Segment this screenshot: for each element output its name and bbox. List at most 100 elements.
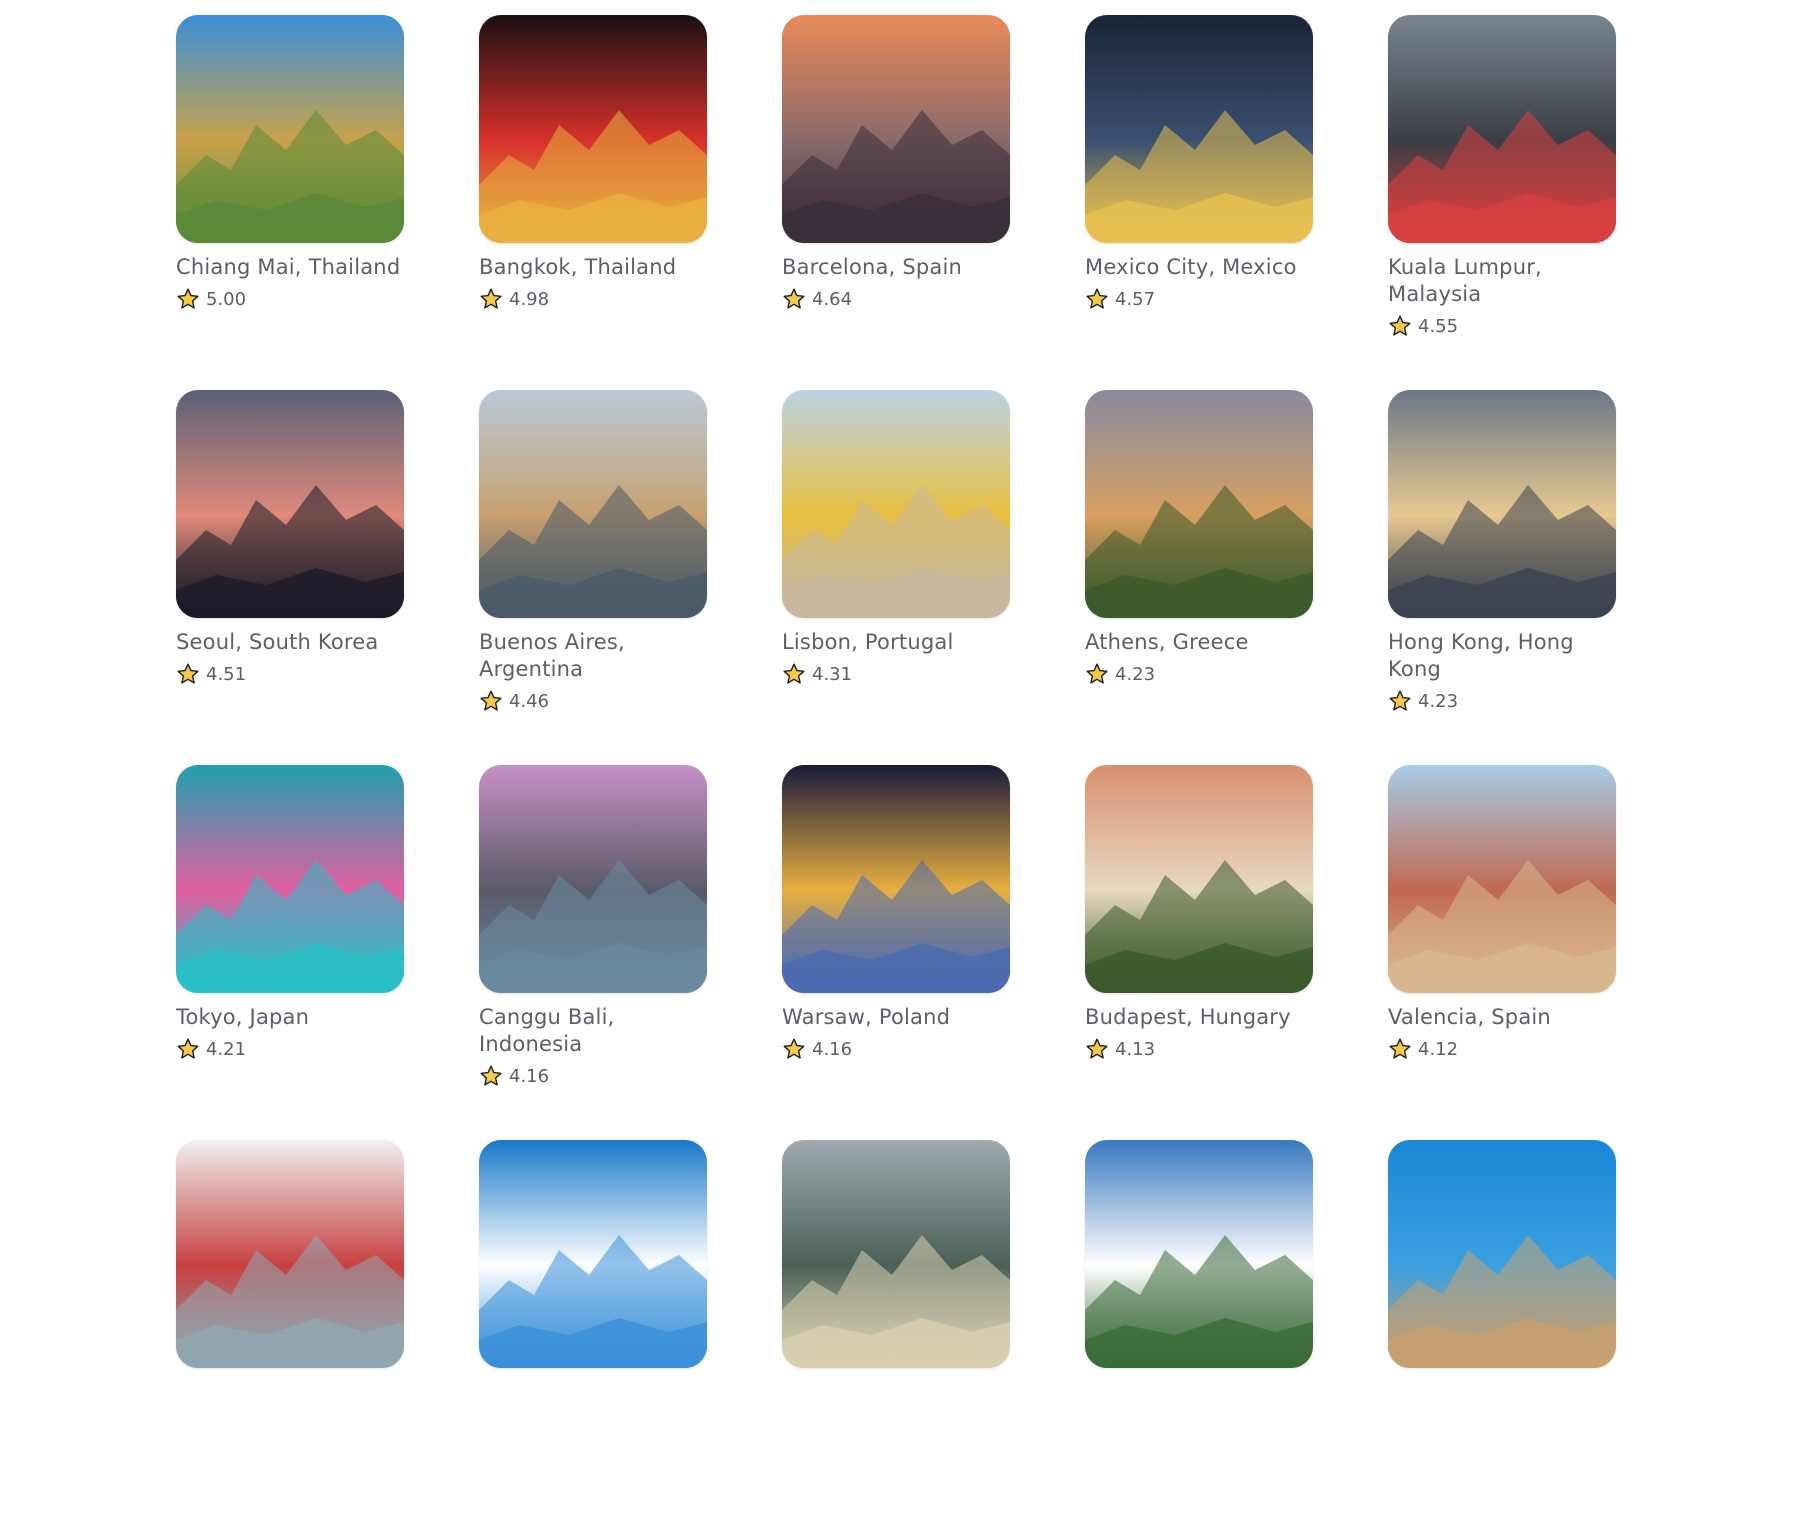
city-card[interactable]: Mexico City, Mexico 4.57: [1085, 15, 1313, 390]
city-name[interactable]: Buenos Aires, Argentina: [479, 629, 707, 683]
city-photo: [1085, 15, 1313, 243]
city-photo: [479, 1140, 707, 1368]
city-name[interactable]: Chiang Mai, Thailand: [176, 254, 404, 281]
city-thumbnail[interactable]: [176, 765, 404, 993]
city-photo: [176, 15, 404, 243]
city-card[interactable]: Lisbon, Portugal 4.31: [782, 390, 1010, 765]
city-thumbnail[interactable]: [176, 15, 404, 243]
city-name[interactable]: Lisbon, Portugal: [782, 629, 1010, 656]
city-rating: 4.21: [176, 1037, 404, 1061]
city-card[interactable]: [479, 1140, 707, 1515]
city-photo: [479, 390, 707, 618]
city-rating: 4.51: [176, 662, 404, 686]
star-icon: [479, 1064, 503, 1088]
city-name[interactable]: Tokyo, Japan: [176, 1004, 404, 1031]
city-photo: [1388, 1140, 1616, 1368]
city-name[interactable]: Budapest, Hungary: [1085, 1004, 1313, 1031]
city-card[interactable]: Chiang Mai, Thailand 5.00: [176, 15, 404, 390]
city-thumbnail[interactable]: [1388, 390, 1616, 618]
rating-value: 4.16: [812, 1038, 853, 1060]
city-photo: [479, 765, 707, 993]
city-thumbnail[interactable]: [782, 390, 1010, 618]
city-rating: 4.57: [1085, 287, 1313, 311]
city-rating: 4.13: [1085, 1037, 1313, 1061]
city-card[interactable]: Canggu Bali, Indonesia 4.16: [479, 765, 707, 1140]
city-thumbnail[interactable]: [479, 15, 707, 243]
city-thumbnail[interactable]: [1388, 1140, 1616, 1368]
city-name[interactable]: Valencia, Spain: [1388, 1004, 1616, 1031]
city-thumbnail[interactable]: [1085, 1140, 1313, 1368]
rating-value: 4.23: [1115, 663, 1156, 685]
star-icon: [1085, 1037, 1109, 1061]
city-thumbnail[interactable]: [176, 390, 404, 618]
star-icon: [782, 1037, 806, 1061]
city-thumbnail[interactable]: [782, 765, 1010, 993]
rating-value: 4.21: [206, 1038, 247, 1060]
star-icon: [176, 1037, 200, 1061]
city-rating: 4.64: [782, 287, 1010, 311]
city-thumbnail[interactable]: [1085, 15, 1313, 243]
star-icon: [1388, 1037, 1412, 1061]
rating-value: 4.98: [509, 288, 550, 310]
city-thumbnail[interactable]: [1085, 765, 1313, 993]
city-card[interactable]: Athens, Greece 4.23: [1085, 390, 1313, 765]
city-rating: 4.16: [782, 1037, 1010, 1061]
star-icon: [1085, 287, 1109, 311]
star-icon: [176, 662, 200, 686]
city-name[interactable]: Athens, Greece: [1085, 629, 1313, 656]
city-thumbnail[interactable]: [479, 765, 707, 993]
star-icon: [1388, 314, 1412, 338]
city-name[interactable]: Mexico City, Mexico: [1085, 254, 1313, 281]
city-photo: [1388, 15, 1616, 243]
city-card[interactable]: Barcelona, Spain 4.64: [782, 15, 1010, 390]
city-rating: 4.31: [782, 662, 1010, 686]
city-name[interactable]: Hong Kong, Hong Kong: [1388, 629, 1616, 683]
rating-value: 4.46: [509, 690, 550, 712]
city-name[interactable]: Bangkok, Thailand: [479, 254, 707, 281]
city-photo: [176, 765, 404, 993]
city-rating: 4.23: [1388, 689, 1616, 713]
city-card[interactable]: Budapest, Hungary 4.13: [1085, 765, 1313, 1140]
rating-value: 4.51: [206, 663, 247, 685]
city-rating: 4.98: [479, 287, 707, 311]
city-thumbnail[interactable]: [479, 390, 707, 618]
city-card[interactable]: Tokyo, Japan 4.21: [176, 765, 404, 1140]
city-photo: [1388, 390, 1616, 618]
city-card[interactable]: [176, 1140, 404, 1515]
city-rating: 4.16: [479, 1064, 707, 1088]
city-card[interactable]: Buenos Aires, Argentina 4.46: [479, 390, 707, 765]
city-card[interactable]: Seoul, South Korea 4.51: [176, 390, 404, 765]
star-icon: [479, 689, 503, 713]
city-thumbnail[interactable]: [1085, 390, 1313, 618]
city-card[interactable]: Valencia, Spain 4.12: [1388, 765, 1616, 1140]
city-thumbnail[interactable]: [176, 1140, 404, 1368]
city-card[interactable]: Bangkok, Thailand 4.98: [479, 15, 707, 390]
rating-value: 4.13: [1115, 1038, 1156, 1060]
city-name[interactable]: Warsaw, Poland: [782, 1004, 1010, 1031]
city-grid: Chiang Mai, Thailand 5.00 Bangkok, Thailan…: [176, 15, 1616, 1515]
city-card[interactable]: Warsaw, Poland 4.16: [782, 765, 1010, 1140]
rating-value: 4.57: [1115, 288, 1156, 310]
city-thumbnail[interactable]: [479, 1140, 707, 1368]
city-card[interactable]: Kuala Lumpur, Malaysia 4.55: [1388, 15, 1616, 390]
rating-value: 4.55: [1418, 315, 1459, 337]
city-rating: 4.55: [1388, 314, 1616, 338]
city-rating: 4.23: [1085, 662, 1313, 686]
rating-value: 4.12: [1418, 1038, 1459, 1060]
city-card[interactable]: Hong Kong, Hong Kong 4.23: [1388, 390, 1616, 765]
city-card[interactable]: [782, 1140, 1010, 1515]
city-card[interactable]: [1388, 1140, 1616, 1515]
star-icon: [782, 287, 806, 311]
city-photo: [1388, 765, 1616, 993]
city-name[interactable]: Canggu Bali, Indonesia: [479, 1004, 707, 1058]
city-thumbnail[interactable]: [1388, 15, 1616, 243]
city-name[interactable]: Seoul, South Korea: [176, 629, 404, 656]
city-photo: [1085, 390, 1313, 618]
city-name[interactable]: Kuala Lumpur, Malaysia: [1388, 254, 1616, 308]
city-thumbnail[interactable]: [782, 15, 1010, 243]
city-thumbnail[interactable]: [782, 1140, 1010, 1368]
city-name[interactable]: Barcelona, Spain: [782, 254, 1010, 281]
city-card[interactable]: [1085, 1140, 1313, 1515]
city-photo: [782, 765, 1010, 993]
city-thumbnail[interactable]: [1388, 765, 1616, 993]
